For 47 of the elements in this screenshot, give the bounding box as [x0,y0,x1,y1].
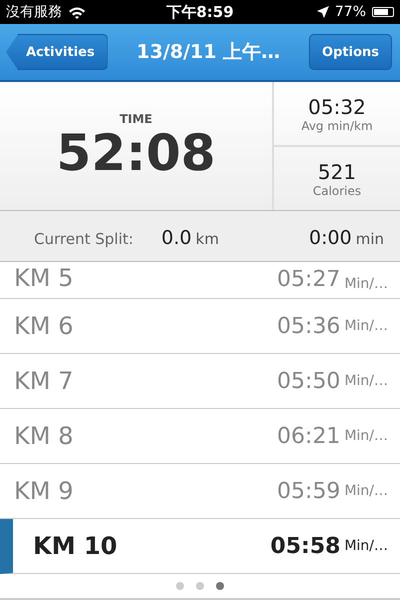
nav-title: 13/8/11 上午… [136,40,280,65]
carrier-text: 沒有服務 [6,3,62,21]
page-dot[interactable] [196,582,204,590]
pace-value: 05:50 [277,368,340,394]
pace-value: 05:59 [277,478,340,504]
split-row[interactable]: KM 5 05:27 Min/… [0,262,400,299]
options-button[interactable]: Options [309,34,392,70]
pace-value: 05:27 [277,267,340,292]
split-label: Current Split: [34,230,134,248]
split-row[interactable]: KM 7 05:50 Min/… [0,354,400,409]
battery-percent: 77% [334,4,366,20]
split-row[interactable]: KM 10 05:58 Min/… [0,519,400,574]
km-label: KM 8 [14,422,74,450]
time-label: TIME [120,112,152,126]
pace-value: 06:21 [277,424,340,448]
pace-value: 05:58 [270,534,340,558]
clock-text: 下午8:59 [166,2,234,22]
pace-unit: Min/… [344,483,388,499]
pace-unit: Min/… [344,538,388,554]
time-value: 52:08 [56,126,216,180]
calories-value: 521 [318,160,356,184]
pace-unit: Min/… [344,318,388,334]
wifi-icon [68,6,86,18]
pace-unit: Min/… [344,373,388,389]
pace-label: Avg min/km [301,118,373,132]
pace-value: 05:32 [308,94,366,118]
km-label: KM 6 [14,312,74,340]
location-arrow-icon [316,6,329,18]
duration-unit: min [356,230,384,248]
pace-unit: Min/… [344,276,388,292]
split-row[interactable]: KM 8 06:21 Min/… [0,409,400,464]
split-row[interactable]: KM 9 05:59 Min/… [0,464,400,519]
distance-unit: km [196,230,219,248]
km-label: KM 10 [33,532,118,560]
page-dot[interactable] [216,582,224,590]
battery-icon [372,7,394,17]
km-label: KM 7 [14,367,74,395]
pace-unit: Min/… [344,428,388,444]
km-label: KM 5 [14,264,74,292]
km-label: KM 9 [14,477,74,505]
back-button[interactable]: Activities [6,34,108,70]
pace-value: 05:36 [277,314,340,338]
split-row[interactable]: KM 6 05:36 Min/… [0,299,400,354]
calories-label: Calories [312,184,362,198]
split-duration: 0:00 [309,227,352,249]
split-distance: 0.0 [161,227,192,249]
page-dot[interactable] [176,582,184,590]
